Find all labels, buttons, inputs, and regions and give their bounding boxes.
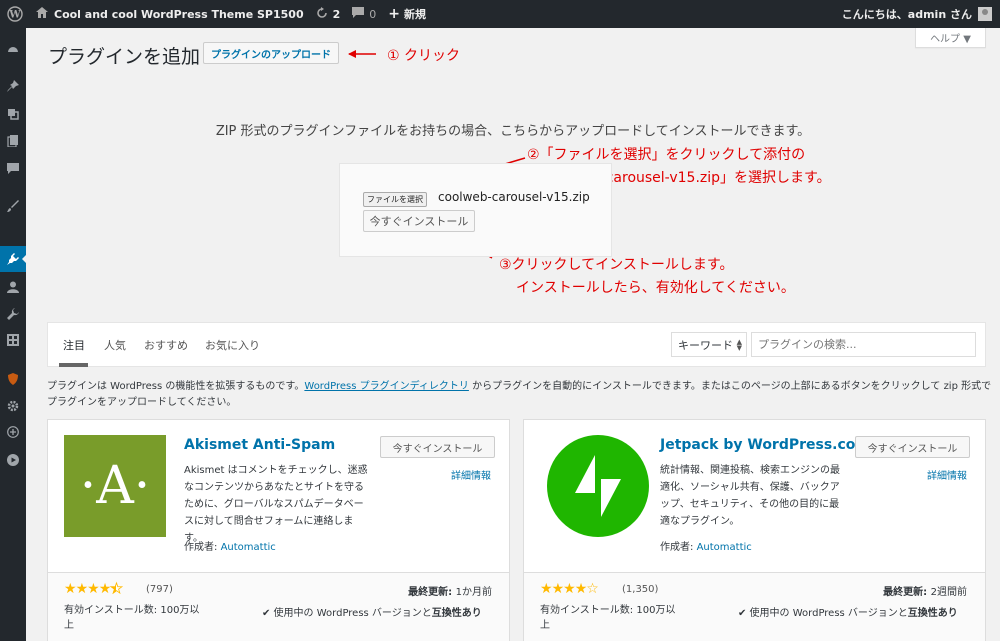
plugin-author: 作成者: Automattic: [660, 538, 752, 553]
compatibility: ✔ 使用中の WordPress バージョンと互換性あり: [738, 604, 958, 619]
choose-file-button[interactable]: ファイルを選択: [363, 192, 427, 207]
rating-count: (797): [146, 584, 173, 595]
tab-recommended[interactable]: おすすめ: [144, 337, 188, 353]
plugin-search-input[interactable]: [751, 332, 976, 357]
updated-value: 2週間前: [930, 587, 967, 598]
star-rating: ★★★★★: [64, 581, 123, 598]
compat-prefix: ✔ 使用中の WordPress バージョンと: [738, 608, 908, 619]
last-updated: 最終更新: 2週間前: [855, 583, 967, 598]
active-installs: 有効インストール数: 100万以上: [540, 605, 676, 631]
star-icon: ★: [563, 581, 576, 597]
star-icon: ★: [551, 581, 565, 597]
selected-file-name: coolweb-carousel-v15.zip: [438, 190, 590, 204]
akismet-logo-icon[interactable]: ·A·: [64, 435, 166, 537]
compat-bold: 互換性あり: [431, 608, 482, 619]
annotation-step3-line1: ③クリックしてインストールします。: [499, 257, 734, 273]
jetpack-logo-icon[interactable]: [547, 435, 649, 537]
star-rating: ★★★★☆: [540, 581, 599, 597]
active-installs: 有効インストール数: 100万以上: [64, 605, 200, 631]
star-icon: ★: [64, 581, 77, 597]
search-type-select[interactable]: キーワード ▲ ▼: [671, 332, 747, 357]
tab-favorites[interactable]: お気に入り: [205, 337, 260, 353]
star-icon: ★: [110, 581, 123, 598]
author-label: 作成者:: [184, 542, 221, 553]
tab-featured[interactable]: 注目: [63, 337, 85, 353]
plugin-name[interactable]: Jetpack by WordPress.com: [660, 437, 870, 453]
plugin-install-button[interactable]: 今すぐインストール: [380, 436, 495, 458]
select-arrows-icon: ▲ ▼: [736, 338, 742, 352]
plugin-name[interactable]: Akismet Anti-Spam: [184, 437, 335, 453]
compatibility: ✔ 使用中の WordPress バージョンと互換性あり: [262, 604, 482, 619]
updated-value: 1か月前: [455, 587, 492, 598]
plugin-description: Akismet はコメントをチェックし、迷惑なコンテンツからあなたとサイトを守る…: [184, 465, 368, 544]
updated-label: 最終更新:: [883, 587, 931, 598]
plugin-more-info-link[interactable]: 詳細情報: [451, 467, 491, 482]
plugin-more-info-link[interactable]: 詳細情報: [927, 467, 967, 482]
tab-popular[interactable]: 人気: [104, 337, 126, 353]
plugin-description: 統計情報、関連投稿、検索エンジンの最適化、ソーシャル共有、保護、バックアップ、セ…: [660, 465, 840, 527]
star-icon: ★: [540, 581, 553, 597]
author-link[interactable]: Automattic: [697, 542, 752, 553]
plugin-directory-link[interactable]: WordPress プラグインディレクトリ: [304, 381, 469, 392]
author-label: 作成者:: [660, 542, 697, 553]
updated-label: 最終更新:: [408, 587, 456, 598]
annotation-step1: ① クリック: [387, 48, 461, 64]
info-text-before: プラグインは WordPress の機能性を拡張するものです。: [47, 381, 305, 392]
annotation-step2-line1: ②「ファイルを選択」をクリックして添付の: [527, 147, 806, 163]
star-icon: ★: [87, 581, 100, 597]
annotation-step3-line2: インストールしたら、有効化してください。: [516, 280, 795, 296]
plugin-install-button[interactable]: 今すぐインストール: [855, 436, 970, 458]
rating-count: (1,350): [622, 584, 659, 595]
star-icon: ★: [75, 581, 89, 597]
tab-active-indicator: [59, 363, 88, 367]
install-now-button[interactable]: 今すぐインストール: [363, 210, 475, 232]
compat-bold: 互換性あり: [907, 608, 958, 619]
plugin-author: 作成者: Automattic: [184, 538, 276, 553]
compat-prefix: ✔ 使用中の WordPress バージョンと: [262, 608, 432, 619]
upload-description: ZIP 形式のプラグインファイルをお持ちの場合、こちらからアップロードしてインス…: [215, 124, 811, 139]
author-link[interactable]: Automattic: [221, 542, 276, 553]
star-icon: ★: [574, 581, 588, 597]
search-type-value: キーワード: [678, 338, 733, 352]
star-icon: ★: [98, 581, 112, 597]
plugins-info-text: プラグインは WordPress の機能性を拡張するものです。WordPress…: [47, 379, 992, 411]
last-updated: 最終更新: 1か月前: [380, 583, 492, 598]
star-icon: ☆: [586, 581, 599, 597]
